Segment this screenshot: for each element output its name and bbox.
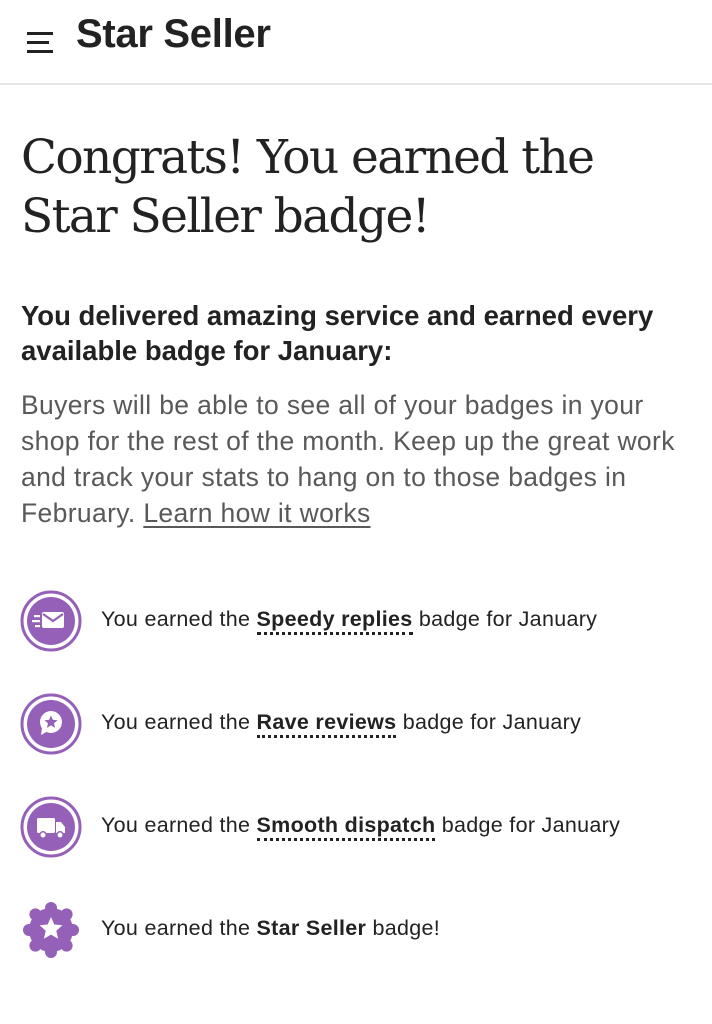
badge-prefix: You earned the (101, 813, 251, 837)
badge-row-speedy-replies: You earned the Speedy replies badge for … (20, 590, 700, 654)
page-title: Star Seller (76, 12, 271, 56)
badge-row-rave-reviews: You earned the Rave reviews badge for Ja… (20, 693, 700, 757)
badge-suffix: badge for January (402, 710, 582, 734)
star-speech-bubble-icon (20, 693, 82, 755)
badge-suffix: badge for January (441, 813, 621, 837)
badge-text: You earned the Speedy replies badge for … (101, 605, 598, 635)
badge-prefix: You earned the (101, 710, 251, 734)
speedy-replies-link[interactable]: Speedy replies (256, 607, 413, 635)
badge-suffix: badge for January (418, 607, 598, 631)
badge-prefix: You earned the (101, 916, 251, 940)
badge-suffix: badge! (372, 916, 441, 940)
smooth-dispatch-link[interactable]: Smooth dispatch (256, 813, 436, 841)
badge-text: You earned the Smooth dispatch badge for… (101, 811, 621, 841)
badges-subheading: You delivered amazing service and earned… (21, 300, 654, 366)
hamburger-menu-icon[interactable] (22, 24, 62, 64)
badge-text: You earned the Rave reviews badge for Ja… (101, 708, 582, 738)
learn-how-it-works-link[interactable]: Learn how it works (143, 498, 370, 528)
badge-row-smooth-dispatch: You earned the Smooth dispatch badge for… (20, 796, 700, 860)
congrats-heading: Congrats! You earned the Star Seller bad… (21, 130, 595, 244)
envelope-icon (20, 590, 82, 652)
badge-prefix: You earned the (101, 607, 251, 631)
rave-reviews-link[interactable]: Rave reviews (256, 710, 397, 738)
star-seller-label: Star Seller (256, 916, 367, 940)
badges-description: Buyers will be able to see all of your b… (21, 387, 697, 531)
delivery-truck-icon (20, 796, 82, 858)
star-seller-seal-icon (20, 899, 82, 961)
badge-text: You earned the Star Seller badge! (101, 914, 440, 942)
badge-row-star-seller: You earned the Star Seller badge! (20, 899, 700, 963)
top-bar: Star Seller (0, 0, 712, 85)
